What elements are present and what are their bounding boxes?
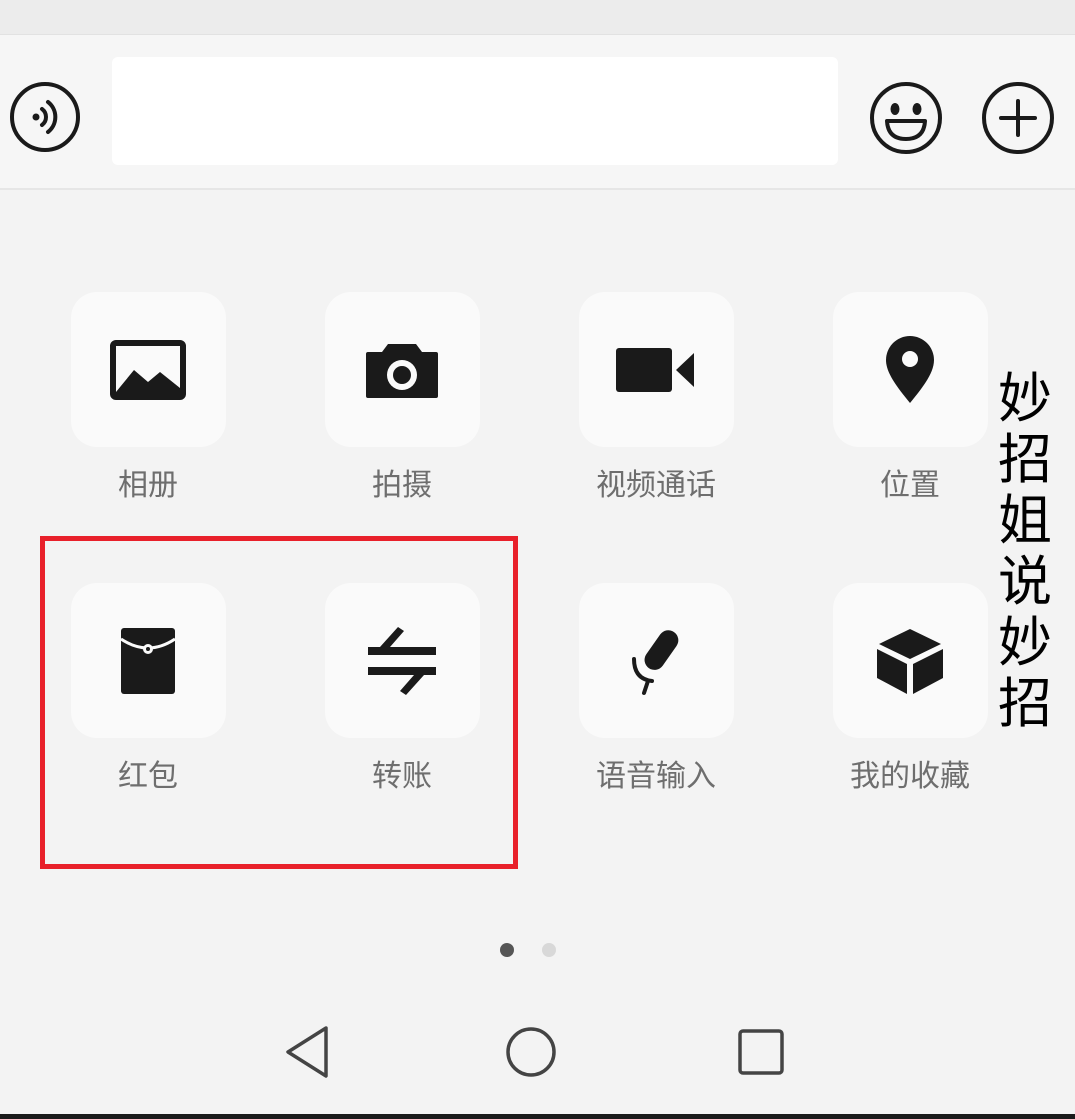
red-packet-icon — [120, 627, 176, 694]
watermark-char: 说 — [998, 550, 1052, 613]
location-icon — [886, 335, 934, 403]
watermark-char: 招 — [998, 428, 1052, 491]
voice-input-icon — [10, 82, 80, 152]
tile-favorites-label: 我的收藏 — [850, 759, 970, 794]
status-strip — [0, 0, 1075, 35]
emoji-button[interactable] — [866, 78, 946, 158]
emoji-icon — [870, 82, 942, 154]
tile-transfer[interactable]: 转账 — [302, 583, 502, 796]
tile-video-call-box — [578, 292, 734, 447]
camera-icon — [366, 343, 438, 398]
watermark-char: 招 — [998, 672, 1052, 735]
watermark-char: 姐 — [998, 489, 1052, 552]
tile-camera[interactable]: 拍摄 — [302, 292, 502, 505]
plus-circle-icon — [982, 82, 1054, 154]
system-navigation-bar — [0, 995, 1075, 1119]
more-functions-button[interactable] — [978, 78, 1058, 158]
tile-transfer-label: 转账 — [372, 759, 432, 794]
tile-favorites-box — [832, 583, 988, 738]
tile-video-call-label: 视频通话 — [596, 468, 716, 503]
voice-input-button[interactable] — [8, 80, 82, 154]
tile-transfer-box — [324, 583, 480, 738]
album-icon — [110, 339, 186, 400]
tile-voice-dictation-label: 语音输入 — [596, 759, 716, 794]
tile-favorites[interactable]: 我的收藏 — [810, 583, 1010, 796]
transfer-icon — [368, 626, 436, 695]
tile-album[interactable]: 相册 — [48, 292, 248, 505]
watermark-text: 妙招姐说妙招 — [993, 368, 1057, 734]
back-triangle-icon — [286, 1026, 328, 1078]
tile-album-box — [70, 292, 226, 447]
tile-voice-dictation-box — [578, 583, 734, 738]
watermark-char: 妙 — [998, 367, 1052, 430]
bottom-edge — [0, 1114, 1075, 1119]
voice-dictation-icon — [632, 629, 679, 695]
tile-album-label: 相册 — [118, 468, 178, 503]
tile-red-packet-label: 红包 — [118, 759, 178, 794]
tile-location[interactable]: 位置 — [810, 292, 1010, 505]
favorites-icon — [877, 628, 943, 694]
page-indicator — [500, 943, 556, 957]
tile-red-packet[interactable]: 红包 — [48, 583, 248, 796]
message-input[interactable] — [112, 57, 838, 165]
video-call-icon — [616, 347, 694, 392]
tile-video-call[interactable]: 视频通话 — [556, 292, 756, 505]
tile-red-packet-box — [70, 583, 226, 738]
tile-location-box — [832, 292, 988, 447]
tile-location-label: 位置 — [880, 468, 940, 503]
recents-button[interactable] — [726, 1017, 796, 1087]
back-button[interactable] — [272, 1017, 342, 1087]
page-dot-inactive[interactable] — [542, 943, 556, 957]
home-button[interactable] — [496, 1017, 566, 1087]
home-circle-icon — [506, 1027, 556, 1077]
watermark-char: 妙 — [998, 611, 1052, 674]
tile-camera-box — [324, 292, 480, 447]
recents-square-icon — [738, 1029, 784, 1075]
tile-camera-label: 拍摄 — [372, 468, 432, 503]
tile-voice-dictation[interactable]: 语音输入 — [556, 583, 756, 796]
page-dot-active[interactable] — [500, 943, 514, 957]
